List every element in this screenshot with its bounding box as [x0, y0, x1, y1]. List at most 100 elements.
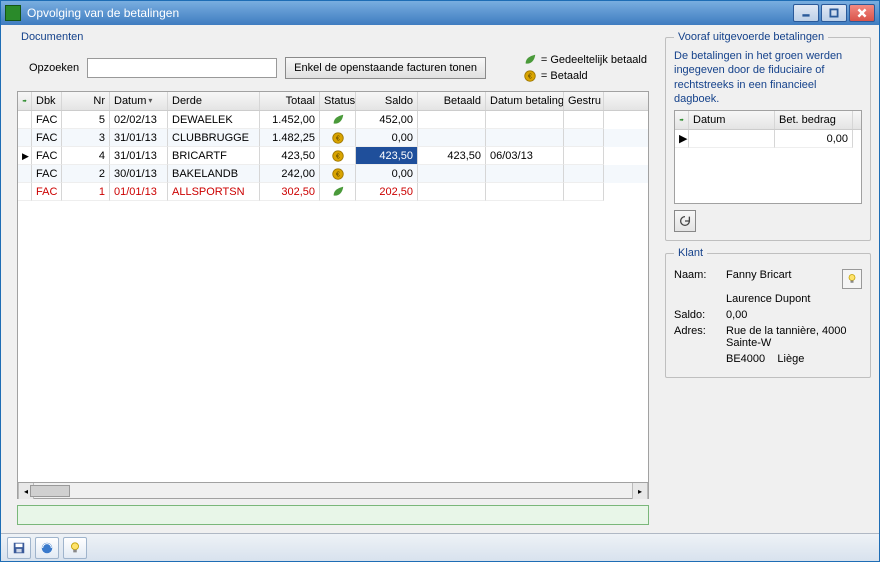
left-pane: Documenten Opzoeken Enkel de openstaande…: [9, 31, 657, 533]
col-totaal[interactable]: Totaal: [260, 92, 320, 110]
cell-status: €: [320, 165, 356, 183]
cell-nr: 5: [62, 111, 110, 129]
col-dbk[interactable]: Dbk: [32, 92, 62, 110]
klant-legend: Klant: [674, 247, 707, 259]
content: Documenten Opzoeken Enkel de openstaande…: [1, 25, 879, 533]
minimize-button[interactable]: [793, 4, 819, 22]
table-row[interactable]: FAC502/02/13DEWAELEK1.452,00452,00: [18, 111, 648, 129]
cell-saldo: 452,00: [356, 111, 418, 129]
cell-dbk: FAC: [32, 147, 62, 165]
refresh-button[interactable]: [674, 210, 696, 232]
payments-info: De betalingen in het groen werden ingege…: [674, 49, 862, 106]
cell-datum-betaling: [486, 165, 564, 183]
search-input[interactable]: [87, 58, 277, 78]
cell-datum: [689, 130, 775, 148]
cell-betaald: [418, 111, 486, 129]
cell-nr: 1: [62, 183, 110, 201]
cell-totaal: 1.482,25: [260, 129, 320, 147]
svg-text:€: €: [336, 172, 340, 179]
row-indicator: ▶: [675, 130, 689, 148]
cell-datum: 31/01/13: [110, 147, 168, 165]
cell-betaald: [418, 165, 486, 183]
klant-saldo-label: Saldo:: [674, 309, 718, 321]
col-derde[interactable]: Derde: [168, 92, 260, 110]
col-saldo[interactable]: Saldo: [356, 92, 418, 110]
table-row[interactable]: ▶0,00: [675, 130, 861, 148]
payments-col-datum[interactable]: Datum: [689, 111, 775, 129]
horizontal-scrollbar[interactable]: ◂ ▸: [17, 483, 649, 499]
bulb-icon: [846, 273, 858, 285]
col-datum[interactable]: Datum▾: [110, 92, 168, 110]
show-outstanding-button[interactable]: Enkel de openstaande facturen tonen: [285, 57, 486, 79]
legend-partial-label: = Gedeeltelijk betaald: [541, 54, 647, 66]
summary-bar: [17, 505, 649, 525]
cell-gestru: [564, 129, 604, 147]
col-nr[interactable]: Nr: [62, 92, 110, 110]
klant-adres: Rue de la tannière, 4000 Sainte-W: [726, 325, 862, 349]
scroll-right-button[interactable]: ▸: [632, 483, 648, 499]
table-row[interactable]: FAC101/01/13ALLSPORTSN302,50202,50: [18, 183, 648, 201]
close-button[interactable]: [849, 4, 875, 22]
table-row[interactable]: FAC230/01/13BAKELANDB242,00€0,00: [18, 165, 648, 183]
maximize-button[interactable]: [821, 4, 847, 22]
klant-group: Klant Naam: Fanny Bricart Laurence Dupon…: [665, 247, 871, 378]
cell-derde: DEWAELEK: [168, 111, 260, 129]
svg-text:€: €: [528, 74, 532, 81]
col-betaald[interactable]: Betaald: [418, 92, 486, 110]
klant-naam1: Fanny Bricart: [726, 269, 834, 289]
scroll-thumb[interactable]: [30, 485, 70, 497]
cell-gestru: [564, 111, 604, 129]
hint-button[interactable]: [63, 537, 87, 559]
cell-status: [320, 111, 356, 129]
arrow-right-icon: [679, 113, 684, 127]
documents-grid-body[interactable]: FAC502/02/13DEWAELEK1.452,00452,00FAC331…: [18, 111, 648, 482]
klant-info-button[interactable]: [842, 269, 862, 289]
cell-betaald: [418, 183, 486, 201]
payments-grid-header: Datum Bet. bedrag: [675, 111, 861, 130]
payments-grid[interactable]: Datum Bet. bedrag ▶0,00: [674, 110, 862, 204]
table-row[interactable]: FAC331/01/13CLUBBRUGGE1.482,25€0,00: [18, 129, 648, 147]
cell-gestru: [564, 165, 604, 183]
klant-naam2: Laurence Dupont: [726, 293, 862, 305]
cell-dbk: FAC: [32, 111, 62, 129]
cell-datum: 02/02/13: [110, 111, 168, 129]
col-datum-betaling[interactable]: Datum betaling: [486, 92, 564, 110]
floppy-icon: [12, 541, 26, 555]
cell-totaal: 302,50: [260, 183, 320, 201]
window-buttons: [793, 4, 875, 22]
coin-icon: €: [331, 172, 345, 183]
documents-grid[interactable]: Dbk Nr Datum▾ Derde Totaal Status Saldo …: [17, 91, 649, 483]
payments-grid-body[interactable]: ▶0,00: [675, 130, 861, 203]
cell-betaald: [418, 129, 486, 147]
payments-col-bedrag[interactable]: Bet. bedrag: [775, 111, 853, 129]
col-gestru[interactable]: Gestru: [564, 92, 604, 110]
cell-gestru: [564, 183, 604, 201]
row-indicator: [18, 147, 32, 165]
arrow-right-icon: [22, 94, 27, 108]
cell-status: €: [320, 129, 356, 147]
klant-naam-label: Naam:: [674, 269, 718, 289]
cell-datum: 30/01/13: [110, 165, 168, 183]
coin-icon: €: [331, 154, 345, 165]
cell-datum-betaling: 06/03/13: [486, 147, 564, 165]
cell-derde: CLUBBRUGGE: [168, 129, 260, 147]
leaf-icon: [331, 190, 345, 201]
titlebar: Opvolging van de betalingen: [1, 1, 879, 25]
documents-group: Documenten Opzoeken Enkel de openstaande…: [9, 31, 657, 533]
refresh-toolbar-button[interactable]: [35, 537, 59, 559]
bulb-icon: [68, 541, 82, 555]
save-button[interactable]: [7, 537, 31, 559]
table-row[interactable]: FAC431/01/13BRICARTF423,50€423,50423,500…: [18, 147, 648, 165]
col-status[interactable]: Status: [320, 92, 356, 110]
cell-derde: BAKELANDB: [168, 165, 260, 183]
documents-legend: Documenten: [17, 31, 87, 43]
col-indicator[interactable]: [18, 92, 32, 110]
payments-col-indicator[interactable]: [675, 111, 689, 129]
cell-dbk: FAC: [32, 165, 62, 183]
globe-refresh-icon: [40, 541, 54, 555]
app-window: Opvolging van de betalingen Documenten O…: [0, 0, 880, 562]
legend-paid-label: = Betaald: [541, 70, 588, 82]
coin-icon: €: [523, 69, 537, 83]
cell-nr: 3: [62, 129, 110, 147]
cell-dbk: FAC: [32, 129, 62, 147]
